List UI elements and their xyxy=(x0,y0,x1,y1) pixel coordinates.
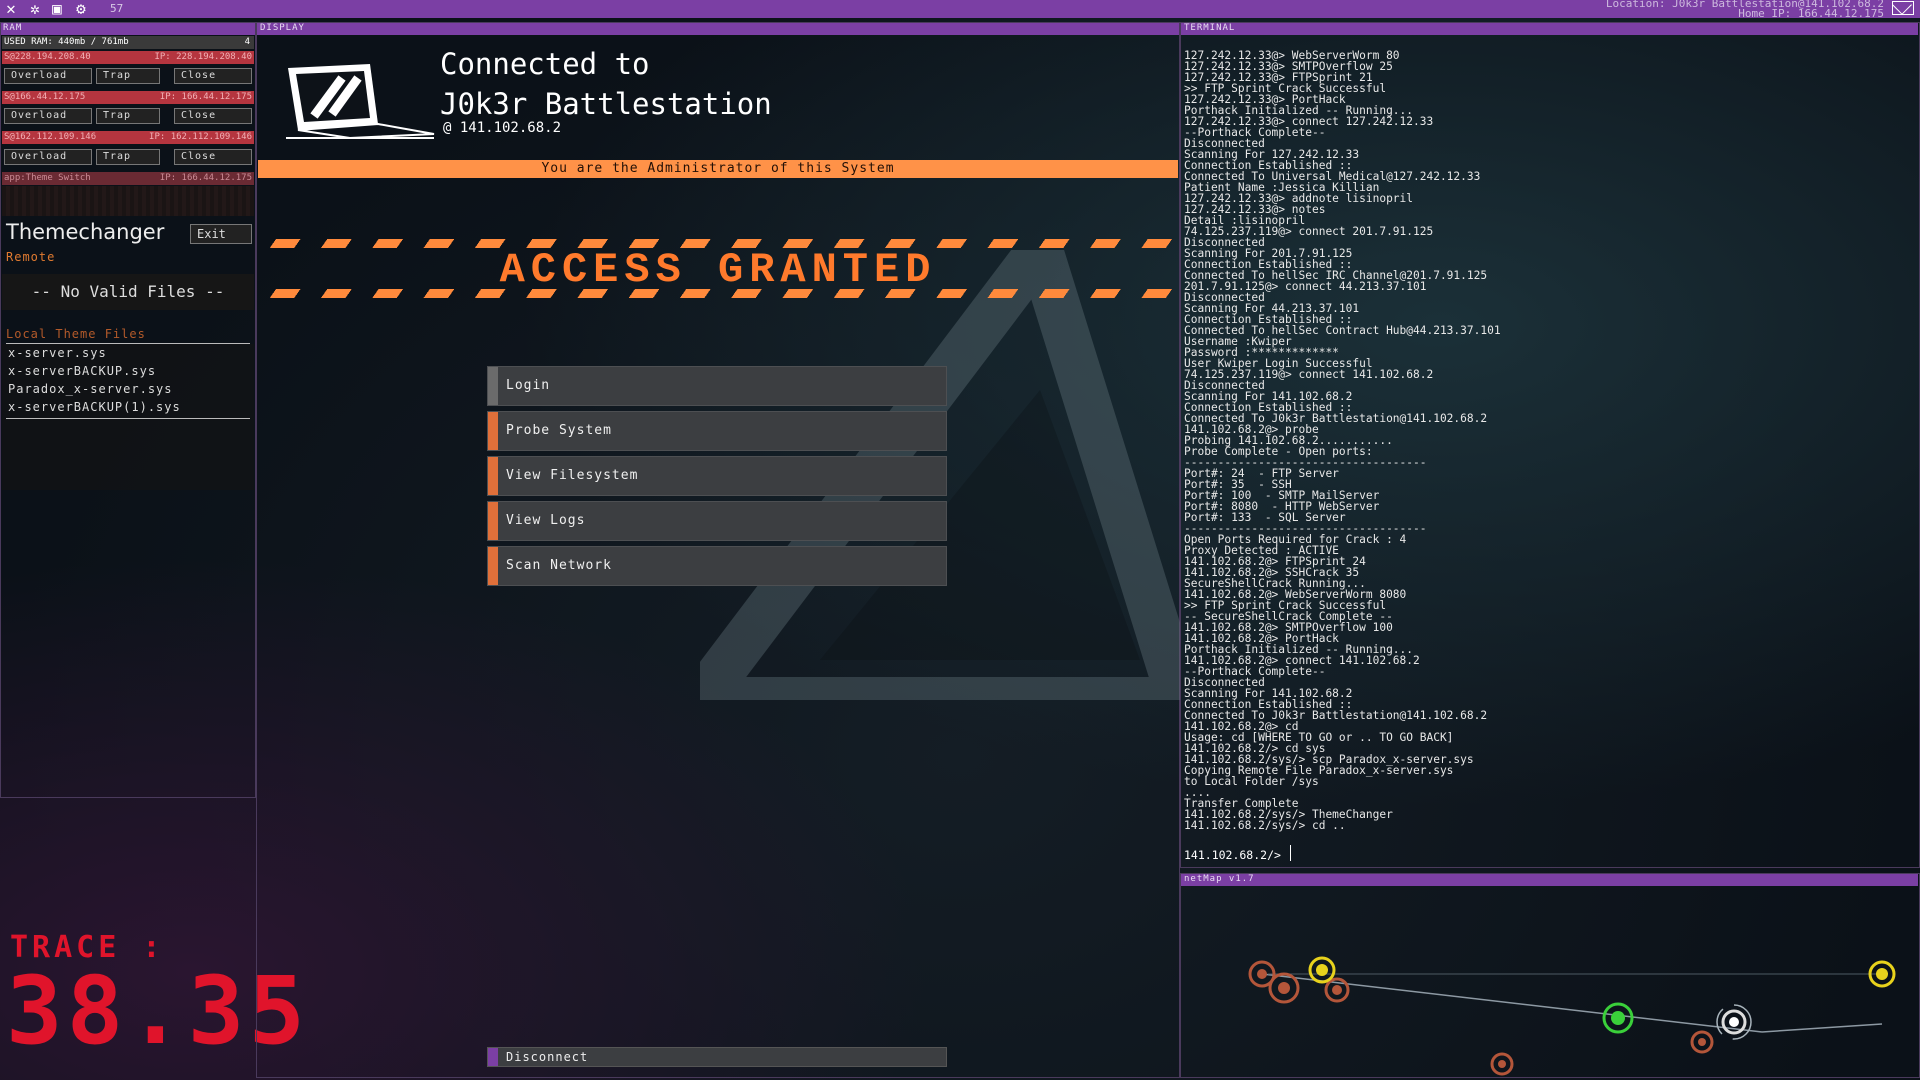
ram-usage-text: USED RAM: 440mb / 761mb xyxy=(4,37,129,47)
top-bar: ✕ ✲ ▣ ⚙ 57 Location: J0k3r Battlestation… xyxy=(0,0,1920,19)
ram-usage-bar: USED RAM: 440mb / 761mb 4 xyxy=(2,36,254,49)
home-ip-text: Home IP: 166.44.12.175 xyxy=(1738,7,1884,20)
network-node[interactable] xyxy=(1268,972,1300,1004)
connected-label: Connected to xyxy=(440,47,650,81)
trap-button[interactable]: Trap xyxy=(96,68,160,84)
file-item[interactable]: x-serverBACKUP.sys xyxy=(8,364,156,378)
connection-ip: IP: 228.194.208.40 xyxy=(154,52,252,62)
terminal-line: Connected To hellSec Contract Hub@44.213… xyxy=(1184,324,1501,337)
connected-to-title: Connected to J0k3r Battlestation xyxy=(440,44,772,124)
trap-button[interactable]: Trap xyxy=(96,149,160,165)
terminal-line: 74.125.237.119@> connect 141.102.68.2 xyxy=(1184,368,1434,381)
terminal-line: --Porthack Complete-- xyxy=(1184,126,1326,139)
terminal-line: --Porthack Complete-- xyxy=(1184,665,1326,678)
connection-host: S@166.44.12.175 xyxy=(4,92,86,102)
button-label: Disconnect xyxy=(506,1050,589,1064)
access-granted-title: ACCESS GRANTED xyxy=(499,246,937,294)
current-node[interactable] xyxy=(1716,1004,1752,1040)
overload-button[interactable]: Overload xyxy=(4,108,92,124)
network-link xyxy=(1261,973,1763,1033)
no-valid-files-message: -- No Valid Files -- xyxy=(2,274,254,310)
app-stripe xyxy=(2,186,254,216)
network-node[interactable] xyxy=(1308,956,1336,984)
top-bar-count: 57 xyxy=(110,2,124,15)
terminal-line: 141.102.68.2/sys/> cd .. xyxy=(1184,819,1346,832)
button-accent xyxy=(488,457,498,495)
view-filesystem-button[interactable]: View Filesystem xyxy=(487,456,947,496)
terminal-prompt[interactable]: 141.102.68.2/> xyxy=(1184,848,1281,862)
trap-button[interactable]: Trap xyxy=(96,108,160,124)
app-title: Themechanger xyxy=(6,220,165,244)
connection-header: S@166.44.12.175 IP: 166.44.12.175 xyxy=(2,91,254,104)
button-accent xyxy=(488,502,498,540)
button-accent xyxy=(488,1048,498,1066)
close-button[interactable]: Close xyxy=(174,149,252,165)
divider xyxy=(6,343,250,344)
app-name: app:Theme Switch xyxy=(4,173,91,183)
close-button[interactable]: Close xyxy=(174,68,252,84)
scan-network-button[interactable]: Scan Network xyxy=(487,546,947,586)
location-readout: Location: J0k3r Battlestation@141.102.68… xyxy=(1606,0,1884,19)
button-label: Scan Network xyxy=(506,558,612,573)
divider xyxy=(6,418,250,419)
settings-icon[interactable]: ✲ xyxy=(26,0,44,18)
remote-label: Remote xyxy=(6,250,56,264)
file-item[interactable]: x-serverBACKUP(1).sys xyxy=(8,400,181,414)
view-logs-button[interactable]: View Logs xyxy=(487,501,947,541)
network-node[interactable] xyxy=(1602,1002,1634,1034)
hazard-stripe-bottom xyxy=(260,289,1178,298)
connection-ip: IP: 162.112.109.146 xyxy=(149,132,252,142)
connection-ip: IP: 166.44.12.175 xyxy=(159,92,252,102)
connection-header: S@162.112.109.146 IP: 162.112.109.146 xyxy=(2,131,254,144)
disconnect-button[interactable]: Disconnect xyxy=(487,1047,947,1067)
file-item[interactable]: Paradox_x-server.sys xyxy=(8,382,173,396)
overload-button[interactable]: Overload xyxy=(4,68,92,84)
terminal-line: 201.7.91.125@> connect 44.213.37.101 xyxy=(1184,280,1427,293)
overload-button[interactable]: Overload xyxy=(4,149,92,165)
file-item[interactable]: x-server.sys xyxy=(8,346,107,360)
close-icon[interactable]: ✕ xyxy=(2,0,20,18)
network-node[interactable] xyxy=(1690,1030,1714,1054)
ram-process-count: 4 xyxy=(244,37,250,47)
button-label: Login xyxy=(506,378,551,393)
connection-host: S@162.112.109.146 xyxy=(4,132,97,142)
network-map[interactable] xyxy=(1182,882,1918,1076)
mail-icon[interactable] xyxy=(1892,1,1914,15)
save-icon[interactable]: ▣ xyxy=(48,0,66,18)
exit-button[interactable]: Exit xyxy=(190,224,252,244)
connection-host: S@228.194.208.40 xyxy=(4,52,91,62)
gear-icon[interactable]: ⚙ xyxy=(72,0,90,18)
network-node[interactable] xyxy=(1490,1052,1514,1076)
button-label: Probe System xyxy=(506,423,612,438)
button-accent xyxy=(488,367,498,405)
network-link xyxy=(1761,1023,1883,1033)
local-theme-files-label: Local Theme Files xyxy=(6,327,146,341)
terminal-cursor xyxy=(1290,845,1291,861)
button-accent xyxy=(488,412,498,450)
laptop-icon xyxy=(286,64,435,140)
admin-banner: You are the Administrator of this System xyxy=(258,160,1178,178)
probe-system-button[interactable]: Probe System xyxy=(487,411,947,451)
app-ip: IP: 166.44.12.175 xyxy=(159,173,252,183)
close-button[interactable]: Close xyxy=(174,108,252,124)
button-label: View Logs xyxy=(506,513,586,528)
connection-header: S@228.194.208.40 IP: 228.194.208.40 xyxy=(2,51,254,64)
terminal-line: to Local Folder /sys xyxy=(1184,775,1319,788)
terminal-line: Port#: 24 - FTP Server xyxy=(1184,467,1339,480)
terminal-output: 127.242.12.33@> WebServerWorm 80 127.242.… xyxy=(1184,50,1914,858)
connected-ip: @ 141.102.68.2 xyxy=(443,120,562,136)
terminal-line: 74.125.237.119@> connect 201.7.91.125 xyxy=(1184,225,1434,238)
button-label: View Filesystem xyxy=(506,468,639,483)
connected-host-name: J0k3r Battlestation xyxy=(440,87,772,121)
app-header: app:Theme Switch IP: 166.44.12.175 xyxy=(2,172,254,185)
login-button[interactable]: Login xyxy=(487,366,947,406)
button-accent xyxy=(488,547,498,585)
